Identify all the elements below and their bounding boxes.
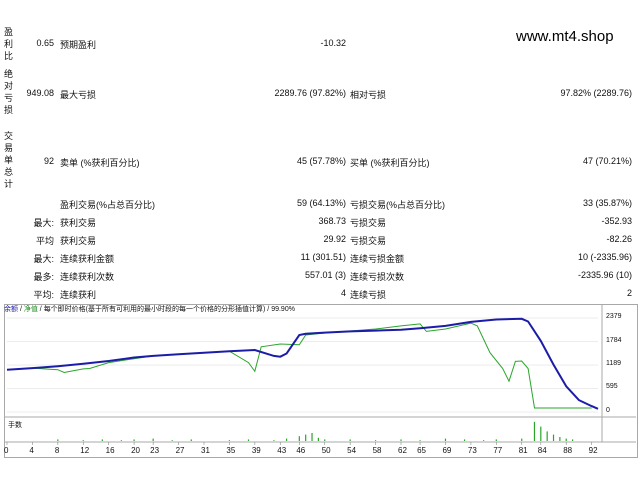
x-tick-label: 27	[175, 446, 185, 455]
y-tick-label: 1189	[606, 360, 622, 368]
y-tick-label: 2379	[606, 313, 622, 320]
x-tick-label: 20	[131, 446, 140, 455]
x-tick-label: 12	[80, 446, 90, 455]
x-tick-label: 58	[372, 446, 382, 455]
x-tick-label: 92	[588, 446, 598, 455]
x-tick-label: 39	[251, 446, 261, 455]
x-tick-label: 23	[150, 446, 160, 455]
x-tick-label: 50	[321, 446, 331, 455]
x-tick-label: 43	[277, 446, 287, 455]
x-tick-label: 62	[398, 446, 407, 455]
y-tick-label: 0	[606, 407, 610, 414]
x-tick-label: 88	[563, 446, 573, 455]
x-tick-label: 31	[201, 446, 210, 455]
balance-line	[6, 317, 599, 410]
x-tick-label: 77	[493, 446, 503, 455]
x-tick-label: 35	[226, 446, 236, 455]
y-tick-label: 595	[606, 383, 618, 391]
x-tick-label: 8	[54, 446, 60, 455]
y-tick-label: 1784	[606, 336, 622, 344]
x-tick-label: 0	[4, 446, 9, 455]
x-tick-label: 84	[537, 446, 547, 455]
x-tick-label: 69	[442, 446, 452, 455]
x-tick-label: 73	[467, 446, 477, 455]
x-tick-label: 81	[518, 446, 528, 455]
x-tick-label: 16	[105, 446, 115, 455]
x-tick-label: 54	[347, 446, 357, 455]
balance-chart	[4, 305, 636, 445]
x-tick-label: 4	[29, 446, 34, 455]
x-tick-label: 46	[296, 446, 306, 455]
x-tick-label: 65	[417, 446, 426, 455]
